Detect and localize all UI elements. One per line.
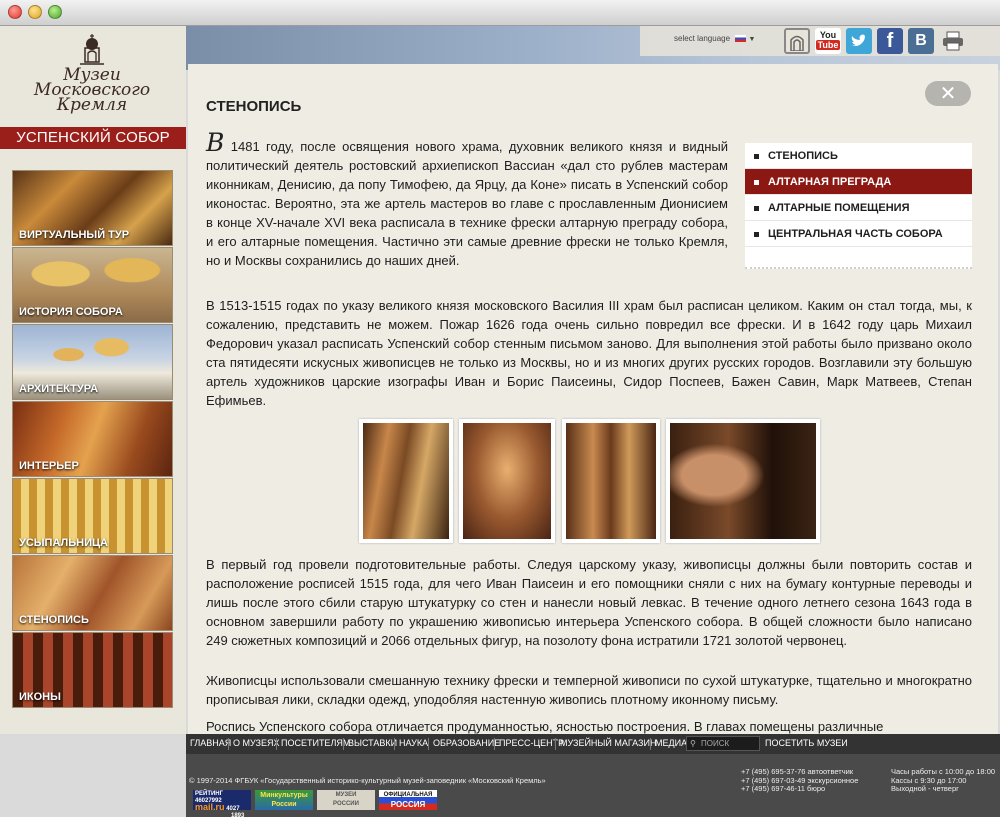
gallery-thumbnail-2[interactable] [459,419,555,543]
submenu-item-altar-barrier[interactable]: АЛТАРНАЯ ПРЕГРАДА [745,169,972,195]
phone-3: +7 (495) 697-46-11 бюро [741,784,826,793]
nav-separator [276,738,277,750]
bullet-icon [754,231,759,237]
nav-separator [343,738,344,750]
museum-logo[interactable]: Музеи Московского Кремля [22,32,162,124]
section-title: УСПЕНСКИЙ СОБОР [0,127,186,149]
zoom-window-icon[interactable] [48,5,62,19]
sidebar: Музеи Московского Кремля УСПЕНСКИЙ СОБОР… [0,26,186,734]
chevron-down-icon: ▼ [748,36,756,43]
mincult-badge[interactable]: Минкультуры России [255,790,313,810]
church-logo-icon [80,34,104,65]
submenu-item-frescoes[interactable]: СТЕНОПИСЬ [745,143,972,169]
logo-line-3: Кремля [56,95,128,115]
page-title: СТЕНОПИСЬ [206,98,302,115]
official-russia-badge[interactable]: ОФИЦИАЛЬНАЯ РОССИЯ [379,790,437,810]
nav-shop[interactable]: МУЗЕЙНЫЙ МАГАЗИН [560,738,656,748]
sidebar-item-tomb[interactable]: УСЫПАЛЬНИЦА [12,478,173,554]
opening-hours: Часы работы с 10:00 до 18:00 Кассы с 9:3… [891,767,996,793]
nav-separator [555,738,556,750]
search-input[interactable]: ⚲ ПОИСК [686,736,760,751]
sidebar-item-label: ИНТЕРЬЕР [19,460,79,472]
nav-education[interactable]: ОБРАЗОВАНИЕ [433,738,500,748]
sidebar-item-label: АРХИТЕКТУРА [19,383,99,395]
vk-icon[interactable]: B [908,28,934,54]
select-language-label: select language [674,34,731,43]
submenu-item-altar-rooms[interactable]: АЛТАРНЫЕ ПОМЕЩЕНИЯ [745,195,972,221]
paragraph-1: В 1481 году, после освящения нового храм… [206,130,728,270]
gallery-thumbnail-4[interactable] [666,419,820,543]
nav-separator [494,738,495,750]
nav-visitors[interactable]: ПОСЕТИТЕЛЯМ [281,738,350,748]
close-button[interactable]: ✕ [925,81,971,106]
bullet-icon [754,179,759,185]
drop-cap: В [206,128,225,157]
sidebar-item-history[interactable]: ИСТОРИЯ СОБОРА [12,247,173,323]
gallery-thumbnail-3[interactable] [562,419,660,543]
sidebar-item-frescoes[interactable]: СТЕНОПИСЬ [12,555,173,631]
print-icon[interactable] [940,28,966,54]
paragraph-2: В 1513-1515 годах по указу великого княз… [206,298,972,408]
sidebar-item-label: УСЫПАЛЬНИЦА [19,537,108,549]
paragraph-3: В первый год провели подготовительные ра… [206,557,972,648]
copyright: © 1997-2014 ФГБУК «Государственный истор… [189,776,546,785]
paragraph-1-text: 1481 году, после освящения нового храма,… [206,139,728,268]
gallery-thumbnail-1[interactable] [359,419,453,543]
search-icon: ⚲ [690,739,696,748]
language-selector[interactable]: select language ▼ [674,34,755,43]
nav-media[interactable]: МЕДИА [655,738,687,748]
sidebar-item-virtual-tour[interactable]: ВИРТУАЛЬНЫЙ ТУР [12,170,173,246]
phone-list: +7 (495) 695-37-76 автоответчик +7 (495)… [741,767,858,794]
paragraph-4: Живописцы использовали смешанную технику… [206,673,972,707]
sidebar-item-label: ВИРТУАЛЬНЫЙ ТУР [19,229,130,241]
submenu-item-central-part[interactable]: ЦЕНТРАЛЬНАЯ ЧАСТЬ СОБОРА [745,221,972,247]
main-content: СТЕНОПИСЬ ✕ В 1481 году, после освящения… [188,64,998,734]
window-titlebar [0,0,1000,26]
sidebar-item-icons[interactable]: ИКОНЫ [12,632,173,708]
sidebar-item-architecture[interactable]: АРХИТЕКТУРА [12,324,173,400]
mailru-counter-badge[interactable]: РЕЙТИНГ 46027992 mail.ru 4027 1893 [193,790,251,817]
paragraph-5: Роспись Успенского собора отличается про… [206,719,884,734]
section-submenu: СТЕНОПИСЬ АЛТАРНАЯ ПРЕГРАДА АЛТАРНЫЕ ПОМ… [745,143,972,269]
minimize-window-icon[interactable] [28,5,42,19]
sidebar-item-label: ИКОНЫ [19,691,61,703]
visit-museums-link[interactable]: ПОСЕТИТЬ МУЗЕИ [765,738,848,748]
nav-about[interactable]: О МУЗЕЯХ [233,738,279,748]
twitter-icon[interactable] [846,28,872,54]
youtube-icon[interactable]: You Tube [815,28,841,54]
museums-of-russia-badge[interactable]: МУЗЕИ РОССИИ [317,790,375,810]
nav-exhibitions[interactable]: ВЫСТАВКИ [348,738,397,748]
nav-home[interactable]: ГЛАВНАЯ [190,738,231,748]
russian-flag-icon [735,35,747,43]
nav-separator [228,738,229,750]
sidebar-item-label: СТЕНОПИСЬ [19,614,89,626]
facebook-icon[interactable]: f [877,28,903,54]
bullet-icon [754,153,759,159]
bullet-icon [754,205,759,211]
close-window-icon[interactable] [8,5,22,19]
sidebar-menu: ВИРТУАЛЬНЫЙ ТУР ИСТОРИЯ СОБОРА АРХИТЕКТУ… [12,170,173,709]
nav-separator [428,738,429,750]
sidebar-item-interior[interactable]: ИНТЕРЬЕР [12,401,173,477]
nav-separator [394,738,395,750]
nav-separator [650,738,651,750]
nav-science[interactable]: НАУКА [399,738,428,748]
kremlin-gate-icon[interactable] [784,28,810,54]
sidebar-item-label: ИСТОРИЯ СОБОРА [19,306,123,318]
